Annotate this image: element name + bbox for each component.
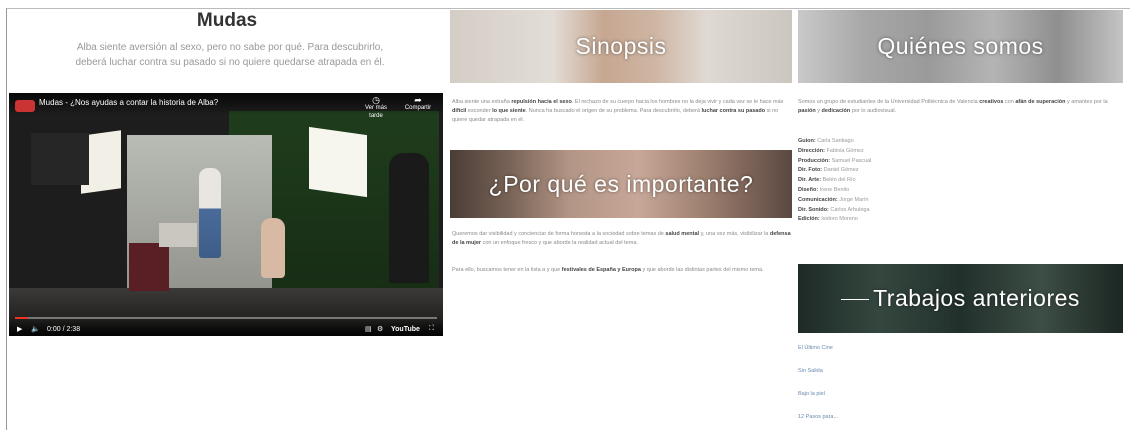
credit-role: Dirección:	[798, 147, 827, 154]
credits-list: Guion: Carla Santiago Dirección: Fabiola …	[798, 137, 998, 225]
video-progress-fill	[15, 317, 28, 319]
credit-role: Comunicación:	[798, 196, 840, 203]
banner-importante: ¿Por qué es importante?	[450, 150, 792, 218]
credit-row: Diseño: Irene Benito	[798, 186, 998, 196]
previous-work-link[interactable]: 12 Pasos para...	[798, 414, 838, 420]
credit-name: Carla Santiago	[817, 138, 854, 144]
credit-row: Dir. Foto: Daniel Gómez	[798, 166, 998, 176]
credit-row: Producción: Samuel Pascual	[798, 157, 998, 167]
gear-icon[interactable]: ⚙	[377, 325, 383, 333]
previous-work-link[interactable]: Bajo la piel	[798, 391, 838, 397]
video-title[interactable]: Mudas - ¿Nos ayudas a contar la historia…	[39, 98, 218, 107]
quienes-intro: Somos un grupo de estudiantes de la Univ…	[798, 99, 1108, 114]
banner-accent-line	[841, 299, 870, 301]
credit-row: Edición: Isidoro Moreno	[798, 215, 998, 225]
previous-works-links: El Último Cine Sin Salida Bajo la piel 12 P…	[798, 345, 838, 437]
page-subtitle: Alba siente aversión al sexo, pero no sa…	[30, 40, 430, 70]
credit-row: Comunicación: Jorge Marín	[798, 196, 998, 206]
credit-name: Samuel Pascual	[831, 157, 872, 164]
credit-row: Dir. Sonido: Carlos Arbulega	[798, 206, 998, 216]
video-softbox-right	[309, 126, 367, 198]
banner-trabajos-title: Trabajos anteriores	[841, 285, 1080, 312]
credit-role: Diseño:	[798, 186, 820, 193]
banner-importante-title: ¿Por qué es importante?	[488, 170, 754, 197]
credit-role: Dir. Arte:	[798, 177, 823, 184]
credit-row: Dirección: Fabiola Gómez	[798, 147, 998, 157]
sinopsis-text: Alba siente una extraña repulsión hacia …	[452, 99, 784, 123]
banner-quienes-somos: Quiénes somos	[798, 10, 1123, 83]
credit-name: Daniel Gómez	[823, 167, 859, 174]
video-time: 0:00 / 2:38	[47, 326, 81, 333]
importante-paragraph-2: Para ello, buscamos tener en la lista a …	[452, 267, 764, 273]
watch-later-label: Ver más tarde	[364, 105, 387, 119]
play-icon[interactable]: ▶	[17, 325, 22, 333]
banner-trabajos-anteriores: Trabajos anteriores	[798, 264, 1123, 333]
credit-name: Fabiola Gómez	[826, 147, 864, 154]
video-figure	[261, 218, 285, 278]
credit-row: Dir. Arte: Belén del Río	[798, 176, 998, 186]
video-actress	[199, 168, 221, 258]
credit-role: Producción:	[798, 157, 832, 164]
credit-role: Edición:	[798, 216, 822, 223]
credit-name: Irene Benito	[819, 186, 850, 193]
fullscreen-icon[interactable]: ⛶	[429, 325, 434, 333]
banner-quienes-title: Quiénes somos	[877, 33, 1044, 59]
youtube-logo-icon[interactable]	[15, 100, 35, 112]
credit-role: Dir. Foto:	[798, 167, 824, 174]
share-button[interactable]: ➦ Compartir	[397, 96, 439, 112]
share-label: Compartir	[404, 105, 432, 111]
credit-name: Jorge Marín	[839, 196, 869, 203]
banner-sinopsis-title: Sinopsis	[575, 33, 667, 59]
credit-row: Guion: Carla Santiago	[798, 137, 998, 147]
share-icon: ➦	[414, 95, 422, 105]
previous-work-link[interactable]: El Último Cine	[798, 345, 838, 351]
video-camera	[31, 133, 89, 185]
subtitle-line-2: deberá luchar contra su pasado si no qui…	[75, 57, 385, 68]
credit-role: Guion:	[798, 138, 818, 144]
credit-role: Dir. Sonido:	[798, 206, 831, 213]
video-progress-bar[interactable]	[15, 317, 437, 319]
video-chair	[129, 243, 169, 291]
volume-icon[interactable]: 🔈	[31, 325, 40, 333]
credit-name: Isidoro Moreno	[821, 216, 858, 223]
watch-later-button[interactable]: ◷ Ver más tarde	[361, 96, 391, 120]
previous-work-link[interactable]: Sin Salida	[798, 368, 838, 374]
clock-icon: ◷	[372, 95, 380, 105]
importante-paragraph-1: Queremos dar visibilidad y concienciar d…	[452, 231, 791, 246]
credit-name: Carlos Arbulega	[830, 206, 870, 213]
subtitle-line-1: Alba siente aversión al sexo, pero no sa…	[76, 42, 384, 53]
video-operator	[389, 153, 429, 283]
video-table	[159, 223, 197, 247]
video-player[interactable]: Mudas - ¿Nos ayudas a contar la historia…	[9, 93, 443, 336]
credit-name: Belén del Río	[822, 177, 856, 184]
page-title: Mudas	[196, 10, 258, 31]
youtube-brand[interactable]: YouTube	[391, 326, 420, 333]
subtitles-icon[interactable]: ▤	[365, 325, 372, 333]
banner-sinopsis: Sinopsis	[450, 10, 792, 83]
